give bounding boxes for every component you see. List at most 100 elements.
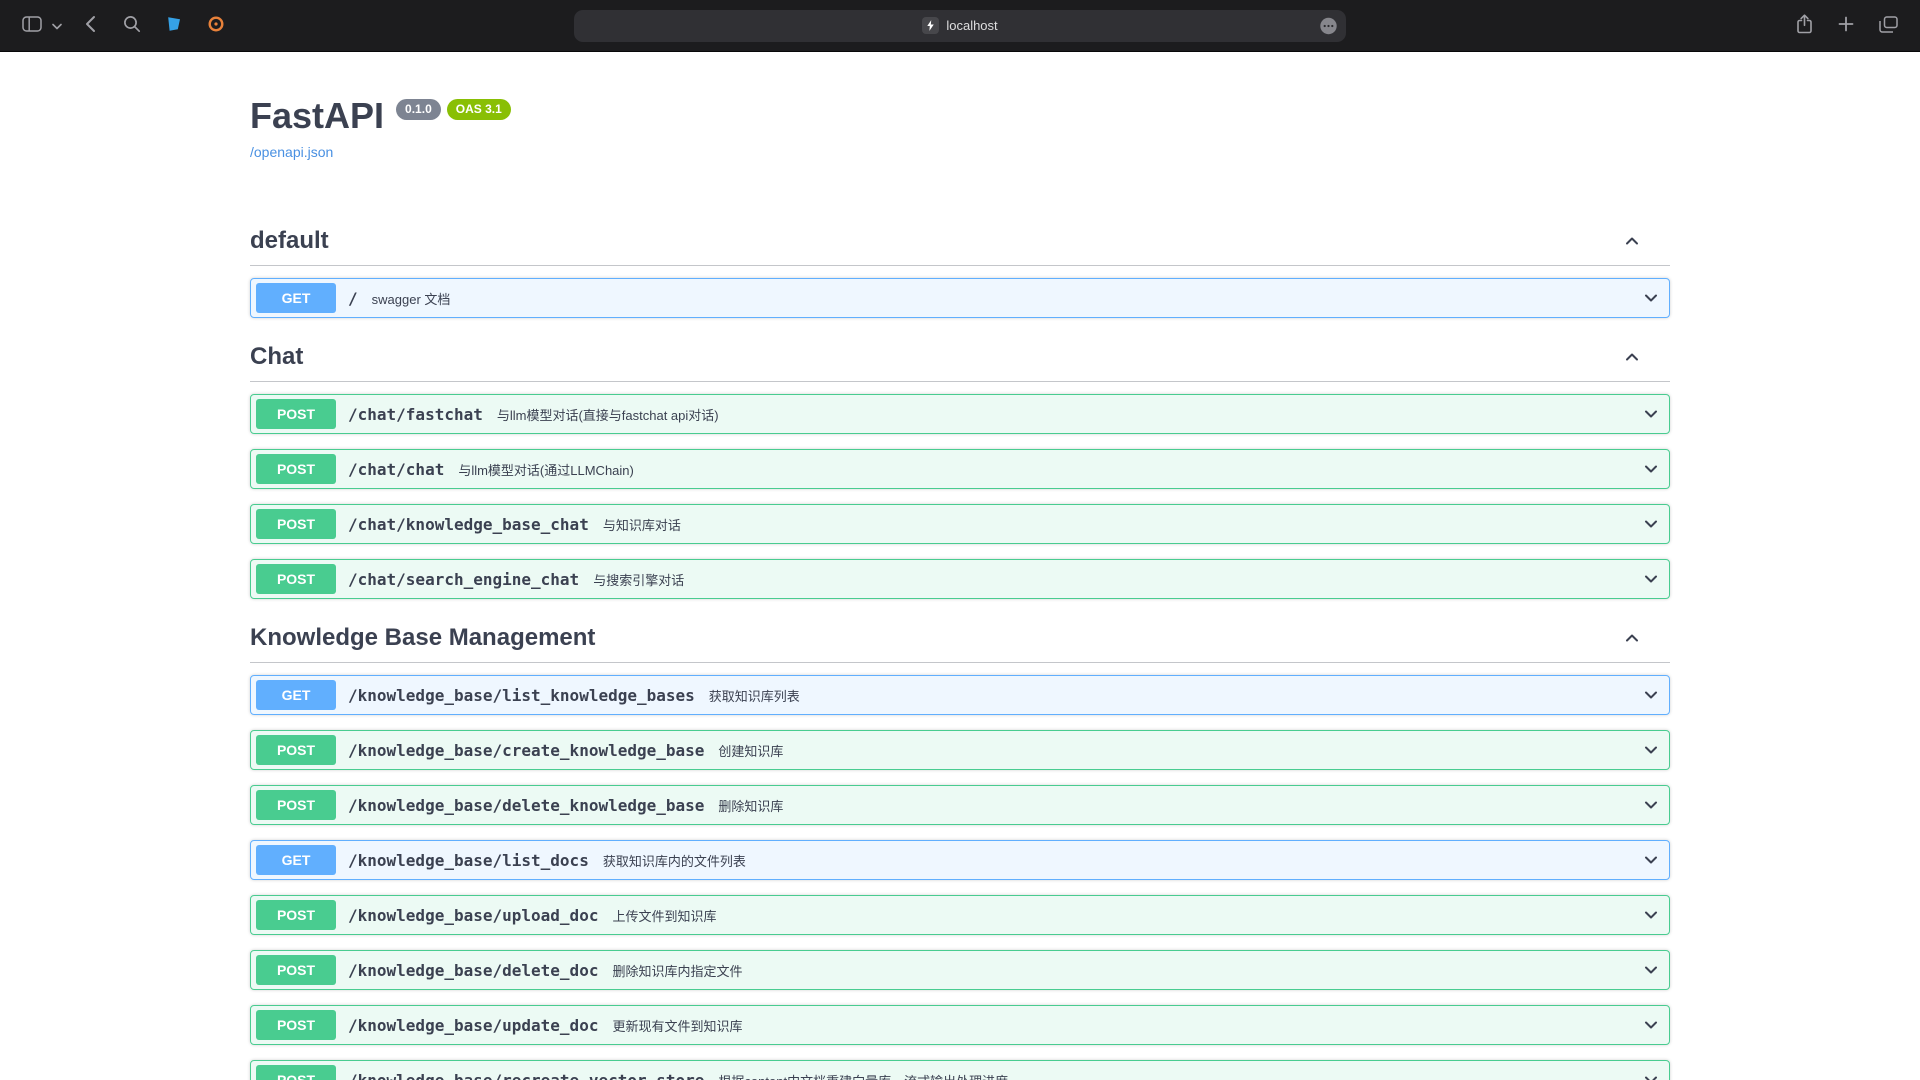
search-button[interactable]: [116, 12, 148, 40]
content-wrapper: FastAPI 0.1.0 OAS 3.1 /openapi.json defa…: [230, 52, 1690, 1080]
back-button[interactable]: [74, 12, 106, 40]
operation-path: /knowledge_base/list_knowledge_bases: [348, 686, 695, 705]
sidebar-toggle-icon: [22, 16, 42, 35]
plus-icon: [1838, 16, 1854, 35]
title-badges: 0.1.0 OAS 3.1: [396, 99, 511, 120]
operation-description: 根据content中文档重建向量库，流式输出处理进度。: [718, 1071, 1641, 1080]
operation-row[interactable]: POST/knowledge_base/delete_doc删除知识库内指定文件: [250, 950, 1670, 990]
tabs-overview-icon: [1879, 16, 1898, 36]
share-button[interactable]: [1788, 12, 1820, 40]
operation-description: 删除知识库内指定文件: [612, 961, 1641, 980]
expand-operation-icon[interactable]: [1641, 1070, 1661, 1080]
expand-operation-icon[interactable]: [1641, 404, 1661, 424]
operation-row[interactable]: POST/chat/search_engine_chat 与搜索引擎对话: [250, 559, 1670, 599]
expand-operation-icon[interactable]: [1641, 795, 1661, 815]
operation-description: 上传文件到知识库: [612, 906, 1641, 925]
operation-description: swagger 文档: [372, 289, 1641, 308]
operation-row[interactable]: POST/knowledge_base/update_doc更新现有文件到知识库: [250, 1005, 1670, 1045]
api-title: FastAPI: [250, 94, 384, 138]
method-badge: GET: [256, 845, 336, 875]
expand-operation-icon[interactable]: [1641, 288, 1661, 308]
collapse-section-icon[interactable]: [1622, 628, 1642, 648]
site-favicon-icon: [922, 17, 939, 34]
operation-row[interactable]: GET/knowledge_base/list_docs获取知识库内的文件列表: [250, 840, 1670, 880]
operation-path: /knowledge_base/delete_knowledge_base: [348, 796, 704, 815]
page-menu-icon[interactable]: [1319, 16, 1338, 35]
extension-button-1[interactable]: [158, 12, 190, 40]
expand-operation-icon[interactable]: [1641, 1015, 1661, 1035]
operation-row[interactable]: POST/knowledge_base/delete_knowledge_bas…: [250, 785, 1670, 825]
operation-path: /knowledge_base/create_knowledge_base: [348, 741, 704, 760]
sidebar-toggle-button[interactable]: [16, 12, 48, 40]
operation-description: 与搜索引擎对话: [593, 570, 1641, 589]
tab-group-dropdown-button[interactable]: [50, 12, 64, 40]
api-tag-section: default GET / swagger 文档: [250, 217, 1670, 318]
extension-blue-icon: [165, 15, 183, 36]
operation-path: /: [348, 289, 358, 308]
method-badge: POST: [256, 790, 336, 820]
extension-button-2[interactable]: [200, 12, 232, 40]
search-icon: [123, 15, 141, 36]
operation-row[interactable]: POST/chat/chat与llm模型对话(通过LLMChain): [250, 449, 1670, 489]
expand-operation-icon[interactable]: [1641, 459, 1661, 479]
section-header[interactable]: default: [250, 217, 1670, 266]
api-info: FastAPI 0.1.0 OAS 3.1 /openapi.json: [250, 52, 1670, 162]
share-icon: [1796, 14, 1813, 37]
operation-row[interactable]: POST/knowledge_base/create_knowledge_bas…: [250, 730, 1670, 770]
api-tag-section: Knowledge Base Management GET/knowledge_b…: [250, 614, 1670, 1080]
operation-path: /knowledge_base/list_docs: [348, 851, 589, 870]
oas-badge: OAS 3.1: [447, 99, 511, 120]
extension-orange-icon: [207, 15, 225, 36]
expand-operation-icon[interactable]: [1641, 685, 1661, 705]
operation-path: /chat/knowledge_base_chat: [348, 515, 589, 534]
tabs-overview-button[interactable]: [1872, 12, 1904, 40]
address-bar[interactable]: localhost: [574, 10, 1346, 42]
toolbar-right: [1788, 12, 1904, 40]
collapse-section-icon[interactable]: [1622, 231, 1642, 251]
browser-toolbar: localhost: [0, 0, 1920, 52]
api-title-row: FastAPI 0.1.0 OAS 3.1: [250, 94, 1670, 138]
method-badge: POST: [256, 509, 336, 539]
openapi-spec-link[interactable]: /openapi.json: [250, 144, 333, 160]
method-badge: POST: [256, 1065, 336, 1080]
expand-operation-icon[interactable]: [1641, 740, 1661, 760]
sections: default GET / swagger 文档 Chat POST/chat/fastc…: [250, 217, 1670, 1080]
method-badge: POST: [256, 564, 336, 594]
operation-path: /chat/fastchat: [348, 405, 483, 424]
method-badge: POST: [256, 735, 336, 765]
operation-row[interactable]: POST/chat/knowledge_base_chat 与知识库对话: [250, 504, 1670, 544]
operation-description: 获取知识库列表: [709, 686, 1641, 705]
operation-row[interactable]: POST/knowledge_base/upload_doc上传文件到知识库: [250, 895, 1670, 935]
version-badge: 0.1.0: [396, 99, 441, 120]
expand-operation-icon[interactable]: [1641, 569, 1661, 589]
operation-row[interactable]: POST/knowledge_base/recreate_vector_stor…: [250, 1060, 1670, 1080]
operation-description: 创建知识库: [718, 741, 1641, 760]
operation-path: /chat/chat: [348, 460, 444, 479]
new-tab-button[interactable]: [1830, 12, 1862, 40]
expand-operation-icon[interactable]: [1641, 850, 1661, 870]
operation-row[interactable]: GET / swagger 文档: [250, 278, 1670, 318]
expand-operation-icon[interactable]: [1641, 514, 1661, 534]
method-badge: POST: [256, 1010, 336, 1040]
operation-description: 删除知识库: [718, 796, 1641, 815]
expand-operation-icon[interactable]: [1641, 960, 1661, 980]
operation-row[interactable]: GET/knowledge_base/list_knowledge_bases 获…: [250, 675, 1670, 715]
method-badge: POST: [256, 399, 336, 429]
operation-path: /knowledge_base/update_doc: [348, 1016, 598, 1035]
expand-operation-icon[interactable]: [1641, 905, 1661, 925]
method-badge: GET: [256, 283, 336, 313]
section-title: default: [250, 227, 1622, 255]
method-badge: GET: [256, 680, 336, 710]
collapse-section-icon[interactable]: [1622, 347, 1642, 367]
operation-description: 与知识库对话: [603, 515, 1641, 534]
section-title: Chat: [250, 343, 1622, 371]
operation-description: 与llm模型对话(通过LLMChain): [458, 460, 1641, 479]
operation-path: /chat/search_engine_chat: [348, 570, 579, 589]
method-badge: POST: [256, 900, 336, 930]
chevron-down-icon: [52, 18, 62, 33]
back-icon: [85, 15, 96, 36]
section-header[interactable]: Knowledge Base Management: [250, 614, 1670, 663]
section-header[interactable]: Chat: [250, 333, 1670, 382]
swagger-page: FastAPI 0.1.0 OAS 3.1 /openapi.json defa…: [0, 52, 1920, 1080]
operation-row[interactable]: POST/chat/fastchat与llm模型对话(直接与fastchat a…: [250, 394, 1670, 434]
